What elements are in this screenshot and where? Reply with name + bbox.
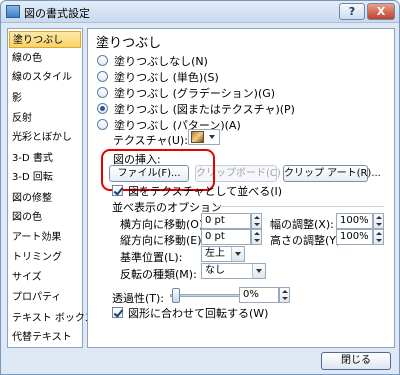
offset-x-input[interactable]: 0 pt <box>201 213 251 229</box>
clipart-button[interactable]: クリップ アート(R)... <box>283 165 381 182</box>
alignment-label: 基準位置(L): <box>120 251 183 264</box>
dialog-title: 図の書式設定 <box>24 7 90 20</box>
sidebar-item-alt-text[interactable]: 代替テキスト <box>9 329 81 346</box>
tile-texture-label[interactable]: 図をテクスチャとして並べる(I) <box>128 183 282 199</box>
sidebar-item-size[interactable]: サイズ <box>9 269 81 286</box>
scale-y-label: 高さの調整(Y): <box>270 234 345 247</box>
offset-x-label: 横方向に移動(O): <box>120 218 207 231</box>
offset-y-spinner[interactable] <box>251 229 262 245</box>
fill-pattern-radio[interactable] <box>97 119 108 130</box>
sidebar-item-line-color[interactable]: 線の色 <box>9 50 81 67</box>
scale-x-label: 幅の調整(X): <box>270 218 334 231</box>
fill-gradient-label[interactable]: 塗りつぶし (グラデーション)(G) <box>114 85 275 101</box>
sidebar-item-text-box[interactable]: テキスト ボックス <box>9 310 95 327</box>
fill-panel: 塗りつぶし 塗りつぶしなし(N) 塗りつぶし (単色)(S) 塗りつぶし (グラ… <box>87 28 395 348</box>
fill-picture-texture-radio[interactable] <box>97 103 108 114</box>
sidebar-item-glow-soft-edges[interactable]: 光彩とぼかし <box>9 129 81 146</box>
fill-pattern-label[interactable]: 塗りつぶし (パターン)(A) <box>114 117 241 133</box>
sidebar-item-properties[interactable]: プロパティ <box>9 289 81 306</box>
offset-y-input[interactable]: 0 pt <box>201 229 251 245</box>
scale-x-input[interactable]: 100% <box>336 213 373 229</box>
scale-x-spinner[interactable] <box>373 213 384 229</box>
fill-gradient-radio[interactable] <box>97 87 108 98</box>
texture-picker[interactable] <box>188 129 220 145</box>
sidebar-item-reflection[interactable]: 反射 <box>9 110 81 127</box>
fill-picture-texture-label[interactable]: 塗りつぶし (図またはテクスチャ)(P) <box>114 101 295 117</box>
offset-y-label: 縦方向に移動(E): <box>120 234 206 247</box>
alignment-value: 左上 <box>205 248 225 259</box>
scale-y-spinner[interactable] <box>373 229 384 245</box>
sidebar-item-shadow[interactable]: 影 <box>9 90 81 107</box>
chevron-down-icon <box>209 135 215 139</box>
panel-heading: 塗りつぶし <box>96 36 162 51</box>
chevron-down-icon <box>231 247 244 261</box>
texture-swatch-icon <box>191 131 204 143</box>
rotate-with-shape-label[interactable]: 図形に合わせて回転する(W) <box>128 305 268 321</box>
section-divider <box>214 206 384 207</box>
scale-y-input[interactable]: 100% <box>336 229 373 245</box>
sidebar-item-picture-color[interactable]: 図の色 <box>9 209 81 226</box>
sidebar-item-crop[interactable]: トリミング <box>9 249 81 266</box>
sidebar-item-fill[interactable]: 塗りつぶし <box>9 31 81 48</box>
help-button[interactable]: ? <box>339 3 365 20</box>
fill-none-radio[interactable] <box>97 55 108 66</box>
tile-texture-checkbox[interactable] <box>112 185 123 196</box>
close-button[interactable]: 閉じる <box>321 352 391 370</box>
sidebar-item-artistic-effects[interactable]: アート効果 <box>9 229 81 246</box>
fill-none-label[interactable]: 塗りつぶしなし(N) <box>114 53 208 69</box>
fill-solid-label[interactable]: 塗りつぶし (単色)(S) <box>114 69 219 85</box>
picture-icon <box>6 5 20 18</box>
fill-solid-radio[interactable] <box>97 71 108 82</box>
sidebar-item-3d-rotation[interactable]: 3-D 回転 <box>9 169 81 186</box>
format-picture-dialog: 図の書式設定 ? X 塗りつぶし 線の色 線のスタイル 影 反射 光彩とぼかし … <box>0 0 400 375</box>
sidebar-item-3d-format[interactable]: 3-D 書式 <box>9 150 81 167</box>
mirror-value: なし <box>205 265 225 276</box>
texture-label: テクスチャ(U): <box>113 134 188 147</box>
offset-x-spinner[interactable] <box>251 213 262 229</box>
alignment-select[interactable]: 左上 <box>201 246 245 262</box>
title-bar[interactable]: 図の書式設定 ? X <box>1 1 399 23</box>
mirror-label: 反転の種類(M): <box>120 268 197 281</box>
transparency-input[interactable]: 0% <box>239 287 279 303</box>
category-sidebar: 塗りつぶし 線の色 線のスタイル 影 反射 光彩とぼかし 3-D 書式 3-D … <box>7 28 95 348</box>
transparency-slider-thumb[interactable] <box>172 288 180 303</box>
sidebar-item-picture-corrections[interactable]: 図の修整 <box>9 190 81 207</box>
rotate-with-shape-checkbox[interactable] <box>112 307 123 318</box>
mirror-select[interactable]: なし <box>201 263 266 279</box>
transparency-spinner[interactable] <box>279 287 290 303</box>
sidebar-item-line-style[interactable]: 線のスタイル <box>9 69 81 86</box>
close-window-button[interactable]: X <box>367 3 395 20</box>
transparency-label: 透過性(T): <box>112 292 165 305</box>
chevron-down-icon <box>252 264 265 278</box>
